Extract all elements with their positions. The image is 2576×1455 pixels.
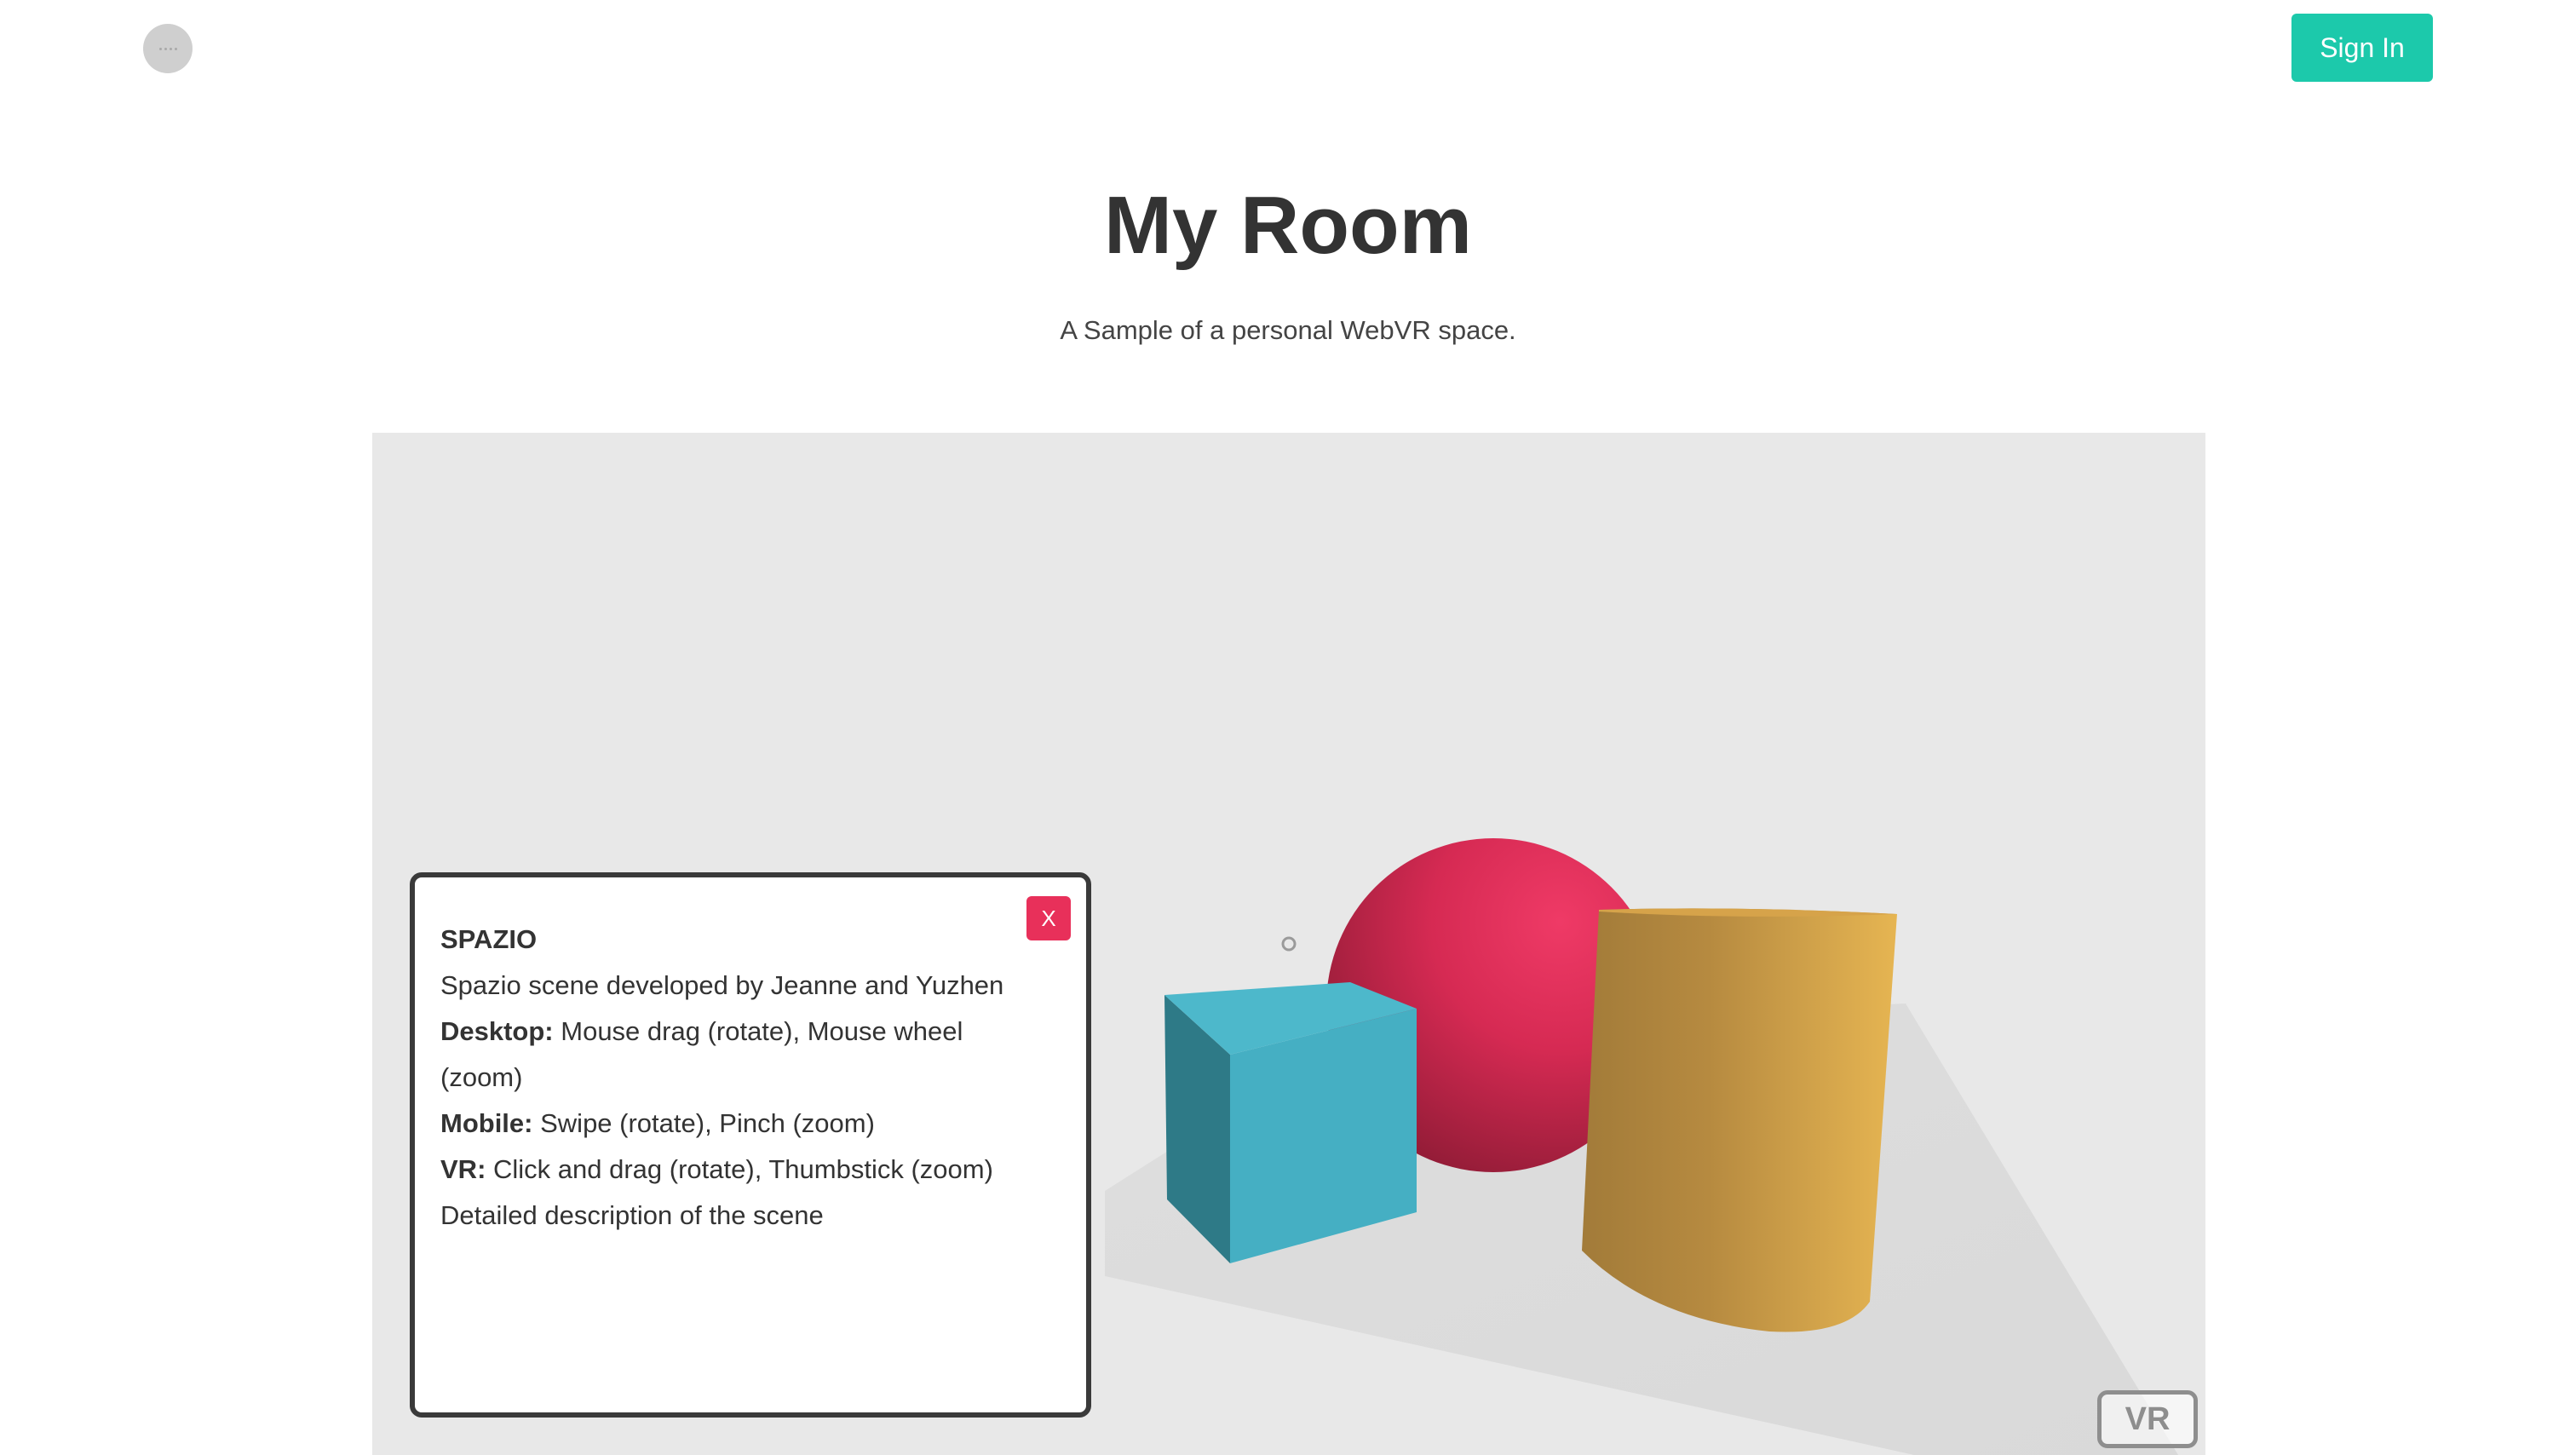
logo-dots xyxy=(158,47,177,50)
info-desktop-text: Mouse drag (rotate), Mouse wheel xyxy=(553,1016,963,1046)
info-credits: Spazio scene developed by Jeanne and Yuz… xyxy=(440,970,1004,1000)
info-panel: X SPAZIO Spazio scene developed by Jeann… xyxy=(410,872,1091,1418)
info-desktop-cont: (zoom) xyxy=(440,1062,523,1092)
info-mobile: Mobile: Swipe (rotate), Pinch (zoom) xyxy=(440,1101,1061,1147)
cylinder xyxy=(1582,908,1897,1332)
enter-vr-button[interactable]: VR xyxy=(2097,1390,2198,1448)
info-vr-label: VR: xyxy=(440,1154,486,1184)
gaze-cursor xyxy=(1281,936,1297,952)
info-description: Detailed description of the scene xyxy=(440,1200,824,1230)
close-button[interactable]: X xyxy=(1026,896,1071,940)
info-vr: VR: Click and drag (rotate), Thumbstick … xyxy=(440,1147,1061,1193)
info-desktop: Desktop: Mouse drag (rotate), Mouse whee… xyxy=(440,1009,1061,1055)
page-title: My Room xyxy=(1104,180,1472,271)
sign-in-button[interactable]: Sign In xyxy=(2291,14,2433,82)
logo-icon[interactable] xyxy=(143,24,193,73)
page-subtitle: A Sample of a personal WebVR space. xyxy=(1060,315,1516,345)
info-vr-text: Click and drag (rotate), Thumbstick (zoo… xyxy=(486,1154,993,1184)
info-mobile-label: Mobile: xyxy=(440,1108,533,1138)
info-mobile-text: Swipe (rotate), Pinch (zoom) xyxy=(532,1108,875,1138)
page: Sign In My Room A Sample of a personal W… xyxy=(0,0,2576,1455)
info-title: SPAZIO xyxy=(440,924,538,954)
info-desktop-label: Desktop: xyxy=(440,1016,554,1046)
